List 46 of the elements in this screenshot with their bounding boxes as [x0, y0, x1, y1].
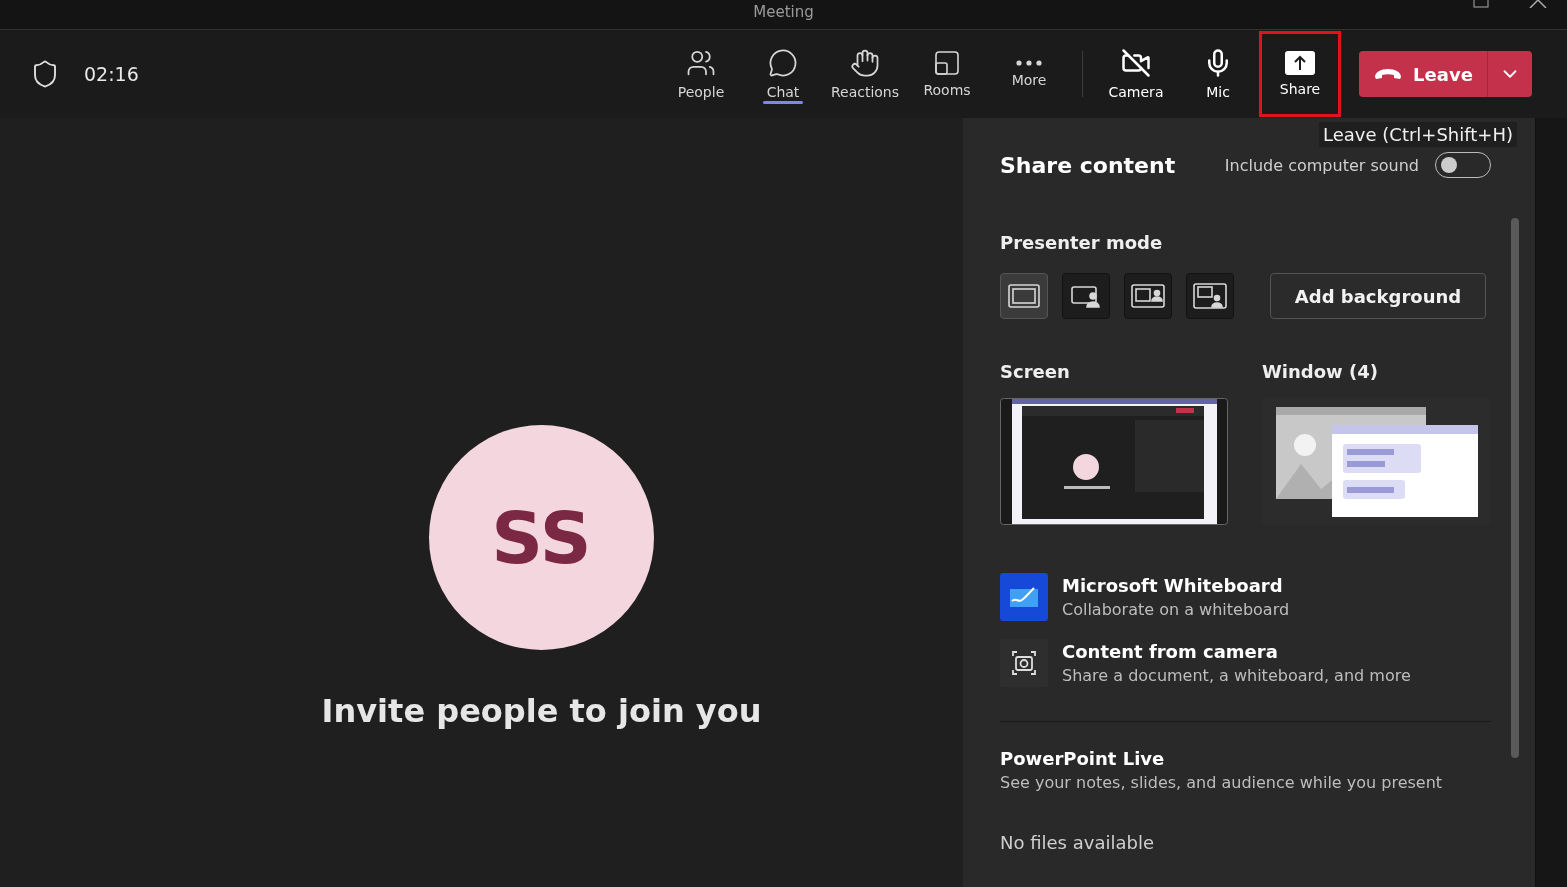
scrollbar[interactable]: [1511, 218, 1519, 758]
toolbar-button[interactable]: Rooms: [906, 41, 988, 107]
screen-person-icon: [1071, 284, 1101, 308]
toolbar-button[interactable]: Reactions: [824, 41, 906, 107]
people-icon: [686, 48, 716, 78]
whiteboard-icon: [1000, 573, 1048, 621]
presenter-mode-button[interactable]: [1000, 273, 1048, 319]
share-icon: [1285, 51, 1315, 75]
toggle-label: Include computer sound: [1224, 155, 1419, 175]
hand-icon: [850, 48, 880, 78]
reporter-icon: [1193, 283, 1227, 309]
presenter-mode-button[interactable]: [1062, 273, 1110, 319]
side-by-side-icon: [1131, 284, 1165, 308]
screen-preview-drawing[interactable]: [1000, 398, 1228, 525]
section-heading: Screen: [1000, 361, 1071, 382]
rooms-icon: [934, 50, 960, 76]
add-background-button[interactable]: Add background: [1270, 273, 1486, 319]
toolbar-button[interactable]: Camera: [1095, 41, 1177, 107]
section-heading: PowerPoint Live: [1000, 748, 1166, 769]
avatar: SS: [429, 425, 654, 650]
section-heading: Window (4): [1262, 361, 1379, 382]
call-timer: 02:16: [84, 63, 139, 85]
chat-icon: [768, 48, 798, 78]
option-description: Share a document, a whiteboard, and more: [1062, 666, 1411, 685]
hang-up-icon: [1373, 68, 1404, 80]
video-camera-off-icon: [1121, 48, 1151, 78]
window-title: Meeting: [753, 4, 814, 20]
option-title[interactable]: Content from camera: [1062, 641, 1411, 662]
more-icon: [1016, 60, 1042, 66]
invite-message: Invite people to join you: [321, 692, 762, 730]
panel-title: Share content: [1000, 152, 1177, 178]
option-description: Collaborate on a whiteboard: [1062, 600, 1290, 619]
presenter-mode-button[interactable]: [1124, 273, 1172, 319]
section-description: See your notes, slides, and audience while you present: [1000, 773, 1444, 792]
toolbar-button[interactable]: People: [660, 41, 742, 107]
toolbar-button[interactable]: Mic: [1177, 41, 1259, 107]
highlighted-toolbar-button[interactable]: Share: [1259, 31, 1341, 117]
screen-icon: [1008, 284, 1040, 308]
section-heading: Presenter mode: [1000, 232, 1164, 253]
presenter-mode-button[interactable]: [1186, 273, 1234, 319]
empty-message: No files available: [1000, 832, 1155, 853]
tooltip: Leave (Ctrl+Shift+H): [1319, 122, 1517, 147]
toolbar-button[interactable]: Chat: [742, 41, 824, 107]
leave-button[interactable]: Leave: [1359, 51, 1487, 97]
toolbar-button[interactable]: More: [988, 41, 1070, 107]
option-title[interactable]: Microsoft Whiteboard: [1062, 575, 1290, 596]
